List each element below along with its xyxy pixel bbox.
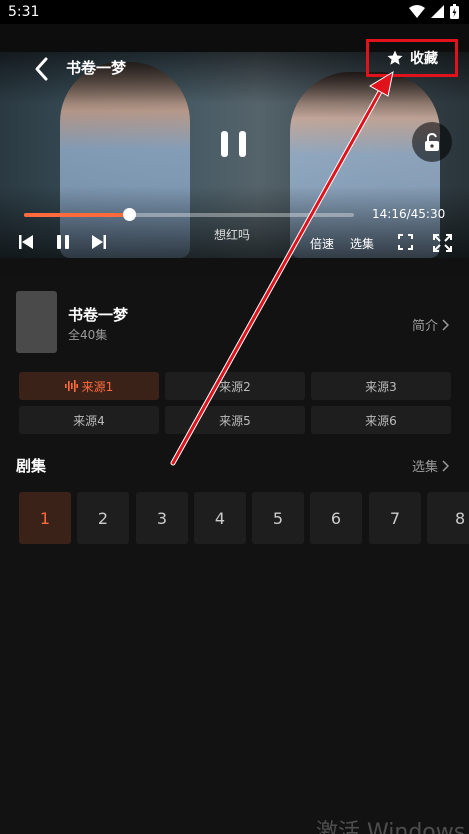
windows-watermark: 激活 Windows xyxy=(316,820,466,834)
annotation-arrow xyxy=(170,70,394,466)
